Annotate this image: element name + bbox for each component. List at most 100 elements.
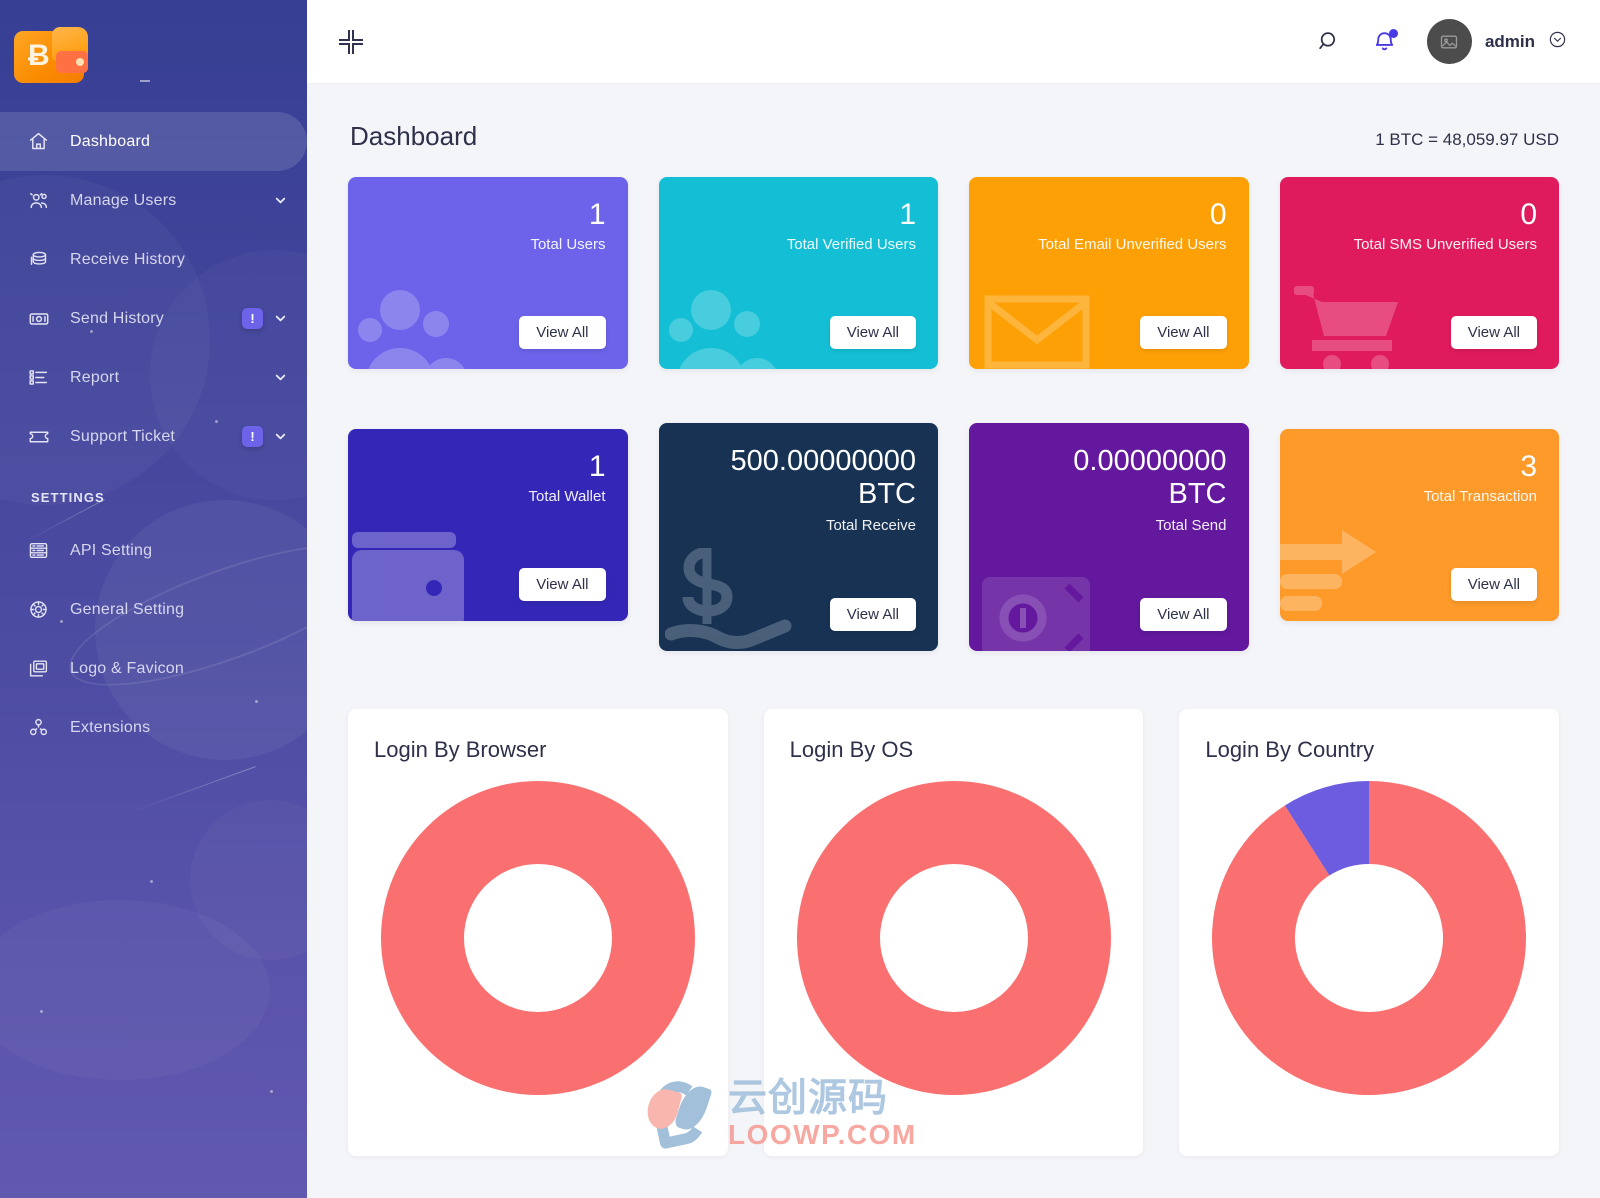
- sidebar-item-report[interactable]: Report: [0, 348, 307, 407]
- view-all-button[interactable]: View All: [519, 316, 605, 349]
- extensions-icon: [28, 717, 58, 738]
- sidebar-item-label: Logo & Favicon: [70, 660, 184, 678]
- status-badge: !: [242, 426, 263, 447]
- stat-value: 1: [589, 451, 606, 483]
- donut-chart-country: [1205, 777, 1533, 1099]
- donut-slice[interactable]: [797, 781, 1111, 1095]
- topbar: admin: [307, 0, 1600, 84]
- chart-title: Login By Country: [1205, 737, 1533, 763]
- view-all-button[interactable]: View All: [519, 568, 605, 601]
- users-icon: [669, 286, 799, 369]
- donut-slice[interactable]: [381, 781, 695, 1095]
- chart-title: Login By Browser: [374, 737, 702, 763]
- chevron-down-icon[interactable]: [273, 371, 287, 384]
- donut-svg: [377, 777, 699, 1099]
- sidebar-item-logo-favicon[interactable]: Logo & Favicon: [0, 639, 307, 698]
- sidebar-item-extensions[interactable]: Extensions: [0, 698, 307, 757]
- topbar-actions: admin: [1317, 19, 1567, 64]
- view-all-button[interactable]: View All: [1451, 316, 1537, 349]
- sidebar-item-support-ticket[interactable]: Support Ticket !: [0, 407, 307, 466]
- stat-value: 1: [899, 199, 916, 231]
- server-api-icon: [28, 540, 58, 561]
- stat-card-total-wallet: 1 Total Wallet View All: [348, 429, 628, 621]
- stat-card-sms-unverified-users: 0 Total SMS Unverified Users View All: [1280, 177, 1560, 369]
- stat-value-unit: BTC: [1169, 478, 1227, 510]
- stat-value: 0.00000000 BTC: [1073, 445, 1226, 512]
- stat-value: 3: [1520, 451, 1537, 483]
- donut-chart-browser: [374, 777, 702, 1099]
- chevron-down-icon[interactable]: [273, 194, 287, 207]
- stat-caption: Total Send: [1156, 517, 1227, 534]
- stat-card-total-send: 0.00000000 BTC Total Send View All: [969, 423, 1249, 651]
- gear-circle-icon: [28, 599, 58, 620]
- app-logo[interactable]: Ƀ: [0, 0, 307, 112]
- sidebar-item-general-setting[interactable]: General Setting: [0, 580, 307, 639]
- sidebar-item-label: Report: [70, 369, 119, 387]
- chevron-down-icon[interactable]: [273, 430, 287, 443]
- stat-card-total-receive: 500.00000000 BTC Total Receive View All: [659, 423, 939, 651]
- page-title: Dashboard: [350, 121, 477, 152]
- sidebar-item-dashboard[interactable]: Dashboard: [0, 112, 307, 171]
- users-icon: [28, 190, 58, 212]
- sidebar-item-api-setting[interactable]: API Setting: [0, 521, 307, 580]
- chevron-down-circle-icon[interactable]: [1548, 30, 1567, 54]
- logo-btc-symbol: Ƀ: [28, 39, 50, 73]
- avatar: [1427, 19, 1472, 64]
- hand-money-icon: [665, 548, 797, 651]
- money-bill-icon: [28, 308, 58, 330]
- sidebar-item-label: Manage Users: [70, 192, 176, 210]
- sidebar-item-label: Dashboard: [70, 133, 150, 151]
- image-stack-icon: [28, 658, 58, 679]
- stat-value: 500.00000000 BTC: [731, 445, 916, 512]
- cart-icon: [1292, 284, 1408, 369]
- page-content: Dashboard 1 BTC = 48,059.97 USD 1 Total …: [307, 84, 1600, 1198]
- chevron-down-icon[interactable]: [273, 312, 287, 325]
- sidebar-decor-star: [150, 880, 153, 883]
- donut-svg: [793, 777, 1115, 1099]
- stat-card-total-verified-users: 1 Total Verified Users View All: [659, 177, 939, 369]
- transfer-arrow-icon: [1280, 528, 1400, 617]
- main-area: admin Dashboard 1 BTC = 48,059.97 USD 1 …: [307, 0, 1600, 1198]
- search-icon[interactable]: [1317, 29, 1342, 54]
- sidebar-decor-star: [270, 1090, 273, 1093]
- sidebar-item-manage-users[interactable]: Manage Users: [0, 171, 307, 230]
- bell-icon[interactable]: [1372, 29, 1397, 54]
- collapse-inward-icon[interactable]: [338, 29, 364, 55]
- stat-value: 1: [589, 199, 606, 231]
- sidebar-section-heading: SETTINGS: [0, 466, 307, 521]
- stat-value-unit: BTC: [858, 478, 916, 510]
- stat-caption: Total Email Unverified Users: [1038, 236, 1226, 253]
- stat-card-total-users: 1 Total Users View All: [348, 177, 628, 369]
- stat-value-number: 500.00000000: [731, 445, 916, 477]
- view-all-button[interactable]: View All: [1451, 568, 1537, 601]
- stat-caption: Total Transaction: [1424, 488, 1537, 505]
- sidebar-item-label: Send History: [70, 310, 164, 328]
- view-all-button[interactable]: View All: [1140, 316, 1226, 349]
- view-all-button[interactable]: View All: [1140, 598, 1226, 631]
- user-menu[interactable]: admin: [1427, 19, 1567, 64]
- stat-caption: Total SMS Unverified Users: [1354, 236, 1537, 253]
- view-all-button[interactable]: View All: [830, 598, 916, 631]
- stat-value: 0: [1210, 199, 1227, 231]
- stat-caption: Total Wallet: [529, 488, 606, 505]
- coins-stack-icon: [28, 249, 58, 270]
- sidebar-item-send-history[interactable]: Send History !: [0, 289, 307, 348]
- stat-caption: Total Verified Users: [787, 236, 916, 253]
- page-header: Dashboard 1 BTC = 48,059.97 USD: [340, 84, 1567, 177]
- chart-card-login-by-browser: Login By Browser: [348, 709, 728, 1156]
- list-report-icon: [28, 367, 58, 388]
- chart-card-login-by-country: Login By Country: [1179, 709, 1559, 1156]
- stat-card-email-unverified-users: 0 Total Email Unverified Users View All: [969, 177, 1249, 369]
- ticket-icon: [28, 426, 58, 448]
- donut-chart-os: [790, 777, 1118, 1099]
- chart-title: Login By OS: [790, 737, 1118, 763]
- sidebar-item-label: General Setting: [70, 601, 184, 619]
- sidebar-item-receive-history[interactable]: Receive History: [0, 230, 307, 289]
- sidebar-item-label: Extensions: [70, 719, 150, 737]
- charts-row: Login By Browser Login By OS Login By Co…: [340, 709, 1567, 1156]
- bitcoin-wallet-icon: Ƀ: [14, 27, 92, 85]
- stat-value-number: 0.00000000: [1073, 445, 1226, 477]
- chart-card-login-by-os: Login By OS: [764, 709, 1144, 1156]
- view-all-button[interactable]: View All: [830, 316, 916, 349]
- home-icon: [28, 131, 58, 152]
